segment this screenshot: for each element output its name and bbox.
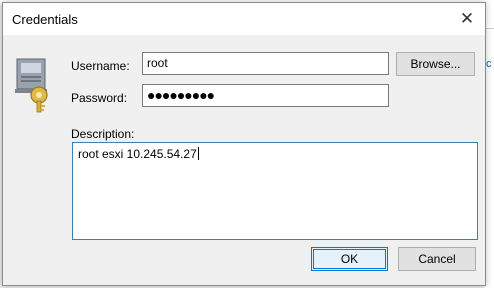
username-label: Username: — [71, 59, 130, 73]
dialog-title: Credentials — [12, 12, 78, 27]
text-cursor — [197, 147, 199, 160]
username-value: root — [147, 56, 168, 70]
ok-button[interactable]: OK — [311, 247, 388, 271]
browse-button[interactable]: Browse... — [396, 52, 475, 76]
username-field[interactable]: root — [142, 52, 389, 75]
title-bar[interactable]: Credentials ✕ — [3, 3, 485, 35]
password-label: Password: — [71, 91, 128, 105]
background-divider — [486, 28, 494, 29]
credential-key-icon — [15, 58, 48, 113]
description-label: Description: — [71, 127, 135, 141]
cancel-button[interactable]: Cancel — [398, 247, 476, 271]
close-icon: ✕ — [459, 9, 475, 28]
password-field[interactable]: ●●●●●●●●● — [142, 84, 389, 107]
background-link[interactable]: c — [486, 58, 492, 70]
credentials-dialog: Credentials ✕ Username: root Browse... P… — [2, 2, 486, 286]
close-button[interactable]: ✕ — [449, 3, 485, 35]
password-masked-value: ●●●●●●●●● — [147, 87, 215, 103]
description-value: root esxi 10.245.54.27 — [78, 147, 197, 161]
description-textarea[interactable]: root esxi 10.245.54.27 — [72, 142, 478, 240]
